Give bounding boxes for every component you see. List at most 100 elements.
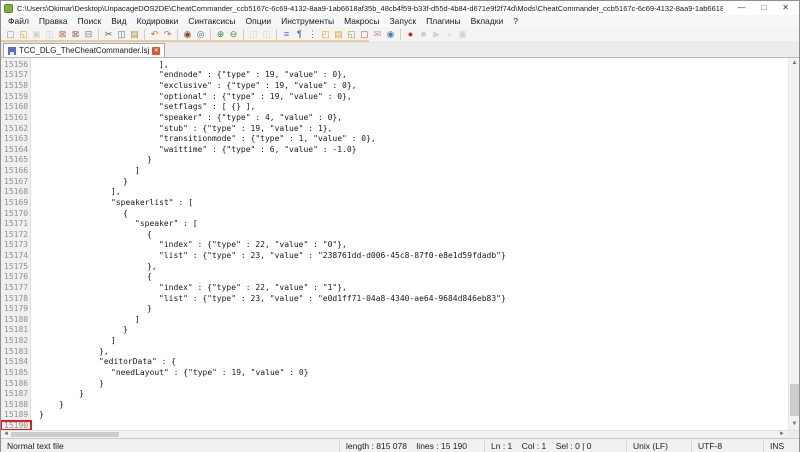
close-button[interactable]: ✕: [782, 2, 789, 14]
close-all-icon[interactable]: ⊠: [70, 28, 82, 40]
menu-item-Вкладки[interactable]: Вкладки: [466, 15, 509, 27]
menu-item-Правка[interactable]: Правка: [34, 15, 73, 27]
code-line[interactable]: 15156],: [1, 59, 788, 70]
code-line[interactable]: 15180]: [1, 314, 788, 325]
document-map-icon[interactable]: ◰: [320, 28, 332, 40]
indent-guide-icon[interactable]: ⋮: [307, 28, 319, 40]
code-line[interactable]: 15159 "optional" : {"type" : 19, "value" …: [1, 91, 788, 102]
vertical-scroll-thumb[interactable]: [790, 384, 799, 416]
code-line[interactable]: 15158 "exclusive" : {"type" : 19, "value"…: [1, 80, 788, 91]
user-language-icon[interactable]: ▢: [359, 28, 371, 40]
code-line[interactable]: 15165}: [1, 155, 788, 166]
horizontal-scrollbar[interactable]: ◄ ►: [1, 430, 799, 438]
menu-item-Файл[interactable]: Файл: [3, 15, 34, 27]
monitoring-icon[interactable]: ◉: [385, 28, 397, 40]
undo-icon[interactable]: ↶: [149, 28, 161, 40]
line-number: 15168: [4, 187, 29, 197]
maximize-button[interactable]: □: [761, 2, 766, 14]
menu-item-Запуск[interactable]: Запуск: [385, 15, 422, 27]
code-line[interactable]: 15174 "list" : {"type" : 23, "value" : "2…: [1, 250, 788, 261]
code-line[interactable]: 15162 "stub" : {"type" : 19, "value" : 1}…: [1, 123, 788, 134]
menu-item-Макросы[interactable]: Макросы: [339, 15, 384, 27]
code-line[interactable]: 15157 "endnode" : {"type" : 19, "value" :…: [1, 70, 788, 81]
tab-close-icon[interactable]: ✕: [152, 46, 161, 55]
tab-active-document[interactable]: TCC_DLG_TheCheatCommander.lsj ✕: [3, 43, 166, 57]
menu-item-Инструменты[interactable]: Инструменты: [276, 15, 339, 27]
open-folder-icon[interactable]: ◱: [18, 28, 30, 40]
find-icon[interactable]: ◉: [182, 28, 194, 40]
code-line[interactable]: 15160 "setflags" : [ {} ],: [1, 102, 788, 113]
code-line[interactable]: 15168],: [1, 187, 788, 198]
new-file-icon[interactable]: ▢: [5, 28, 17, 40]
status-length-lines: length : 815 078 lines : 15 190: [339, 440, 484, 452]
status-bar: Normal text file length : 815 078 lines …: [1, 438, 799, 452]
zoom-out-icon[interactable]: ⊖: [228, 28, 240, 40]
code-line[interactable]: 15170 {: [1, 208, 788, 219]
code-line[interactable]: 15188}: [1, 399, 788, 410]
line-number: 15161: [4, 112, 29, 122]
menu-item-Плагины[interactable]: Плагины: [421, 15, 465, 27]
line-number: 15169: [4, 197, 29, 207]
scroll-left-icon[interactable]: ◄: [1, 431, 11, 438]
code-line[interactable]: 15172 {: [1, 229, 788, 240]
show-all-characters-icon[interactable]: ¶: [294, 28, 306, 40]
code-line[interactable]: 15173 "index" : {"type" : 22, "value" : "…: [1, 240, 788, 251]
word-wrap-icon[interactable]: ≡: [281, 28, 293, 40]
zoom-in-icon[interactable]: ⊕: [215, 28, 227, 40]
toolbar-separator: [177, 28, 178, 40]
copy-icon[interactable]: ◫: [116, 28, 128, 40]
code-line[interactable]: 15169 "speakerlist" : [: [1, 197, 788, 208]
code-line[interactable]: 15185 "needLayout" : {"type" : 19, "value…: [1, 367, 788, 378]
code-line[interactable]: 15181}: [1, 325, 788, 336]
folder-workspace-icon[interactable]: ◱: [346, 28, 358, 40]
macro-save-icon: ▣: [458, 29, 467, 39]
scroll-up-icon[interactable]: ▲: [789, 58, 799, 69]
code-line[interactable]: 15175},: [1, 261, 788, 272]
code-line[interactable]: 15163 "transitionmode" : {"type" : 1, "va…: [1, 133, 788, 144]
line-text: ],: [159, 59, 169, 69]
code-line[interactable]: 15179}: [1, 303, 788, 314]
function-list-icon[interactable]: ▤: [333, 28, 345, 40]
menu-item-Поиск[interactable]: Поиск: [73, 15, 107, 27]
line-text: "list" : {"type" : 23, "value" : "238761…: [159, 251, 506, 261]
minimize-button[interactable]: —: [737, 2, 745, 14]
code-line[interactable]: 15166]: [1, 165, 788, 176]
code-line[interactable]: 15186}: [1, 378, 788, 389]
menu-item-?[interactable]: ?: [508, 15, 523, 27]
menu-item-Вид[interactable]: Вид: [106, 15, 131, 27]
scroll-right-icon[interactable]: ►: [777, 431, 787, 438]
code-line[interactable]: 15171 "speaker" : [: [1, 218, 788, 229]
code-area[interactable]: 15156], 15157 "endnode" : {"type" : 19, "v…: [1, 58, 788, 430]
code-line[interactable]: 15177 "index" : {"type" : 22, "value" : "…: [1, 282, 788, 293]
code-line[interactable]: 15189}: [1, 410, 788, 421]
code-line[interactable]: 15182]: [1, 335, 788, 346]
line-number: 15173: [4, 240, 29, 250]
horizontal-scroll-thumb[interactable]: [11, 432, 119, 437]
editor-area[interactable]: 15156], 15157 "endnode" : {"type" : 19, "v…: [1, 58, 799, 430]
code-line[interactable]: 15161 "speaker" : {"type" : 4, "value" : …: [1, 112, 788, 123]
code-line[interactable]: 15164 "waittime" : {"type" : 6, "value" :…: [1, 144, 788, 155]
code-line[interactable]: 15184 "editorData" : {: [1, 357, 788, 368]
redo-icon[interactable]: ↷: [162, 28, 174, 40]
menu-item-Опции[interactable]: Опции: [241, 15, 277, 27]
print-icon[interactable]: ⊟: [83, 28, 95, 40]
line-text: "waittime" : {"type" : 6, "value" : -1.0…: [159, 144, 357, 154]
code-line[interactable]: 15183},: [1, 346, 788, 357]
macro-record-icon[interactable]: ●: [405, 28, 417, 40]
mail-plugin-icon[interactable]: ✉: [372, 28, 384, 40]
code-line[interactable]: 15176 {: [1, 272, 788, 283]
code-line[interactable]: 15187}: [1, 388, 788, 399]
toolbar-separator: [210, 28, 211, 40]
code-line[interactable]: 15178 "list" : {"type" : 23, "value" : "e…: [1, 293, 788, 304]
paste-icon[interactable]: ▤: [129, 28, 141, 40]
menu-item-Кодировки[interactable]: Кодировки: [132, 15, 184, 27]
scroll-down-icon[interactable]: ▼: [789, 419, 799, 430]
line-number: 15189: [4, 410, 29, 420]
close-file-icon[interactable]: ⊠: [57, 28, 69, 40]
cut-icon[interactable]: ✂: [103, 28, 115, 40]
vertical-scrollbar[interactable]: ▲ ▼: [788, 58, 799, 430]
menu-item-Синтаксисы[interactable]: Синтаксисы: [183, 15, 240, 27]
code-line[interactable]: 15167}: [1, 176, 788, 187]
replace-icon[interactable]: ◎: [195, 28, 207, 40]
code-line[interactable]: 15190: [1, 420, 788, 430]
